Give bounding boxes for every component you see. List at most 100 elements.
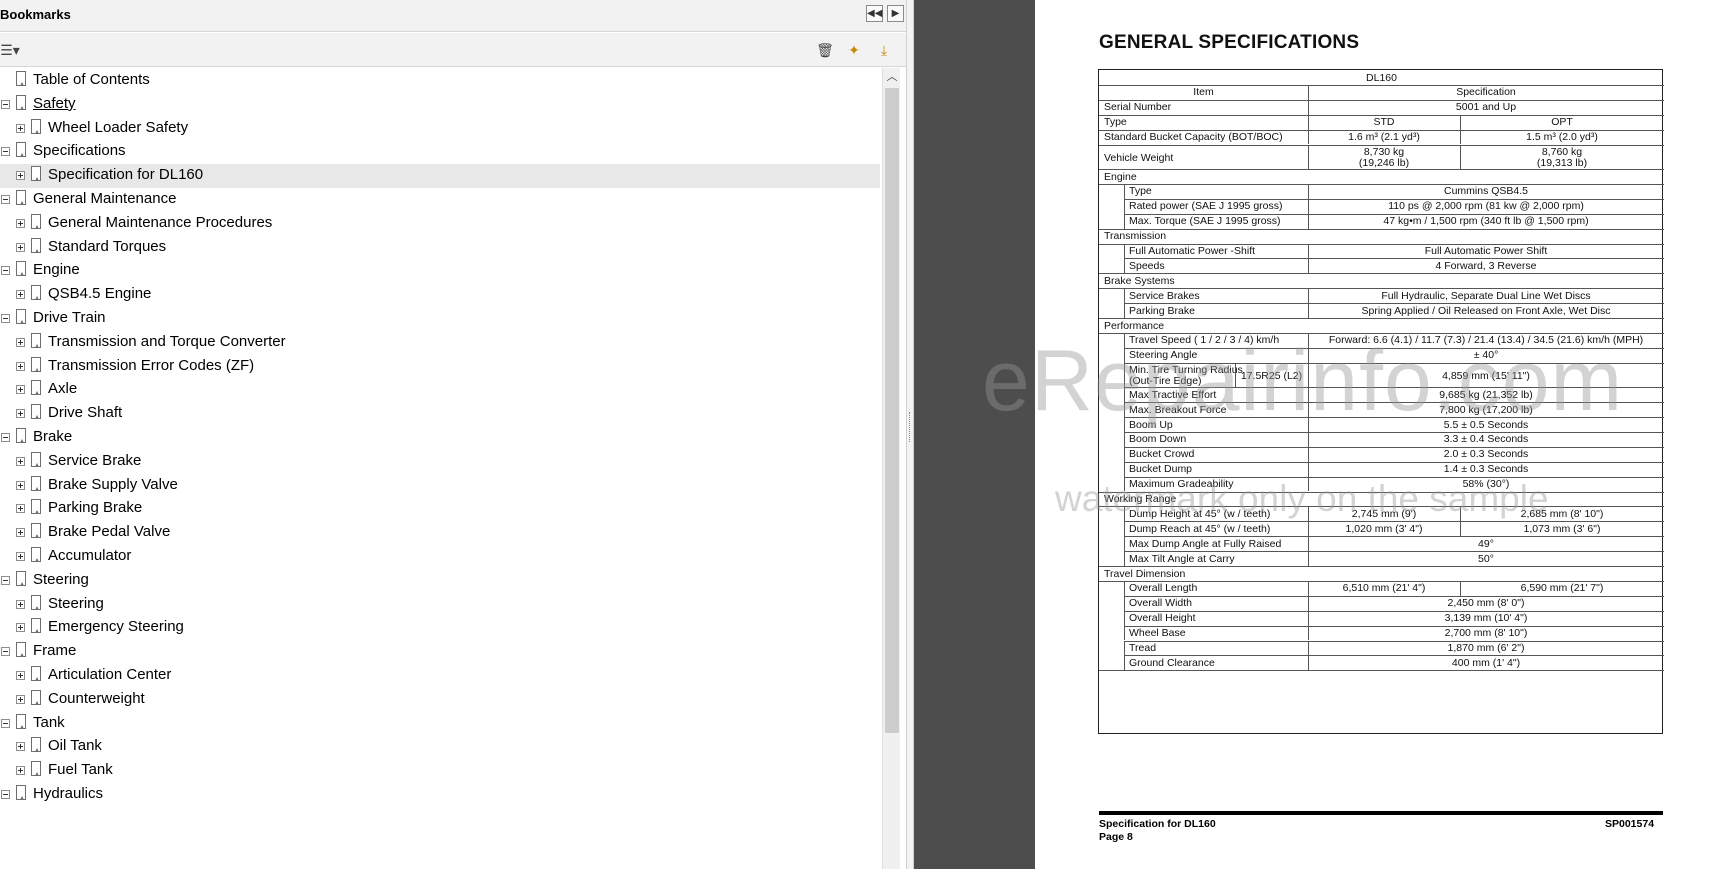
expand-plus-icon[interactable] xyxy=(16,671,25,680)
bookmark-item[interactable]: Frame xyxy=(0,640,880,664)
bookmark-item[interactable]: Specifications xyxy=(0,140,880,164)
table-rule xyxy=(1308,129,1309,145)
bookmark-icon xyxy=(31,475,41,491)
bookmark-item[interactable]: Tank xyxy=(0,712,880,736)
expand-plus-icon[interactable] xyxy=(16,337,25,347)
bookmark-item[interactable]: QSB4.5 Engine xyxy=(0,283,880,307)
collapse-minus-icon[interactable] xyxy=(1,147,10,157)
table-rule xyxy=(1460,129,1461,145)
expand-plus-icon[interactable] xyxy=(16,242,25,252)
bookmark-icon xyxy=(31,737,41,753)
table-cell: Service Brakes xyxy=(1129,289,1200,302)
bookmark-label: Hydraulics xyxy=(33,785,104,802)
table-section-heading: Engine xyxy=(1104,170,1137,183)
collapse-minus-icon[interactable] xyxy=(1,718,10,728)
bookmark-item[interactable]: Safety xyxy=(0,93,880,117)
bookmark-item[interactable]: Counterweight xyxy=(0,688,880,712)
bookmark-item[interactable]: Oil Tank xyxy=(0,735,880,759)
panel-splitter[interactable] xyxy=(906,0,914,869)
expand-plus-icon[interactable] xyxy=(16,171,25,181)
bookmark-item[interactable]: Drive Train xyxy=(0,307,880,331)
new-bookmark-button[interactable]: ✦ xyxy=(845,41,863,59)
table-cell: 3.3 ± 0.4 Seconds xyxy=(1443,433,1529,446)
expand-plus-icon[interactable] xyxy=(16,504,25,514)
expand-plus-icon[interactable] xyxy=(16,290,25,300)
collapse-minus-icon[interactable] xyxy=(1,266,10,276)
bookmark-item[interactable]: Articulation Center xyxy=(0,664,880,688)
bookmark-label: Brake Pedal Valve xyxy=(48,523,171,541)
expand-plus-icon[interactable] xyxy=(16,361,25,371)
table-rule xyxy=(1124,610,1125,626)
bookmark-item[interactable]: Brake Pedal Valve xyxy=(0,521,880,545)
bookmark-item[interactable]: Transmission Error Codes (ZF) xyxy=(0,355,880,379)
delete-bookmark-button[interactable]: 🗑 xyxy=(816,41,834,59)
bookmark-item[interactable]: Engine xyxy=(0,259,880,283)
collapse-minus-icon[interactable] xyxy=(1,790,10,799)
bookmark-item[interactable]: Emergency Steering xyxy=(0,616,880,640)
bookmark-item[interactable]: Accumulator xyxy=(0,545,880,569)
collapse-minus-icon[interactable] xyxy=(1,647,10,657)
table-rule xyxy=(1124,625,1125,641)
bookmark-item[interactable]: Transmission and Torque Converter xyxy=(0,331,880,355)
bookmark-item[interactable]: Brake Supply Valve xyxy=(0,474,880,498)
bookmark-item[interactable]: Brake xyxy=(0,426,880,450)
scroll-up-arrow-icon[interactable]: ︿ xyxy=(883,68,901,86)
collapse-minus-icon[interactable] xyxy=(1,99,10,109)
table-rule xyxy=(1308,640,1309,656)
bookmark-label: Specifications xyxy=(33,142,126,160)
bookmark-item[interactable]: Axle xyxy=(0,378,880,402)
expand-plus-icon[interactable] xyxy=(16,456,25,466)
bookmark-item[interactable]: Hydraulics xyxy=(0,783,880,807)
bookmark-item[interactable]: Service Brake xyxy=(0,450,880,474)
table-rule xyxy=(1308,243,1309,259)
bookmark-icon xyxy=(16,71,26,86)
bookmark-item[interactable]: Fuel Tank xyxy=(0,759,880,783)
collapse-panel-button[interactable]: ◀◀ xyxy=(866,5,883,22)
expand-bookmark-button[interactable]: ⤓ xyxy=(875,41,893,59)
table-rule xyxy=(1308,610,1309,626)
bookmarks-scrollbar[interactable]: ︿ xyxy=(882,68,900,869)
bookmark-item[interactable]: Specification for DL160 xyxy=(0,164,880,189)
table-cell: Spring Applied / Oil Released on Front A… xyxy=(1361,304,1611,317)
options-menu-button[interactable]: ☰▾ xyxy=(0,41,20,59)
footer-page-number: Page 8 xyxy=(1099,831,1133,843)
bookmark-item[interactable]: General Maintenance xyxy=(0,188,880,212)
expand-plus-icon[interactable] xyxy=(16,742,25,752)
splitter-grip-icon xyxy=(909,412,911,442)
collapse-minus-icon[interactable] xyxy=(1,314,10,323)
table-cell: 2.0 ± 0.3 Seconds xyxy=(1443,448,1529,461)
expand-plus-icon[interactable] xyxy=(16,528,25,538)
bookmark-item[interactable]: Steering xyxy=(0,593,880,617)
expand-plus-icon[interactable] xyxy=(16,694,25,704)
expand-plus-icon[interactable] xyxy=(16,409,25,419)
bookmark-item[interactable]: General Maintenance Procedures xyxy=(0,212,880,236)
expand-plus-icon[interactable] xyxy=(16,766,25,776)
expand-plus-icon[interactable] xyxy=(16,385,25,395)
expand-plus-icon[interactable] xyxy=(16,123,25,133)
next-panel-button[interactable]: ▶ xyxy=(887,5,904,22)
table-rule xyxy=(1308,114,1309,130)
bookmark-label: Wheel Loader Safety xyxy=(48,118,189,136)
table-rule xyxy=(1308,144,1309,169)
bookmark-item[interactable]: Drive Shaft xyxy=(0,402,880,426)
collapse-minus-icon[interactable] xyxy=(1,575,10,585)
table-rule xyxy=(1124,580,1125,596)
bookmark-label: Steering xyxy=(33,570,89,588)
bookmark-item[interactable]: Table of Contents xyxy=(0,69,880,93)
bookmark-item[interactable]: Standard Torques xyxy=(0,236,880,260)
bookmark-label: Parking Brake xyxy=(48,499,143,517)
expand-plus-icon[interactable] xyxy=(16,599,25,609)
table-cell: 1.5 m³ (2.0 yd³) xyxy=(1526,131,1598,144)
expand-plus-icon[interactable] xyxy=(16,552,25,561)
scrollbar-thumb[interactable] xyxy=(885,88,899,733)
bookmark-item[interactable]: Wheel Loader Safety xyxy=(0,117,880,141)
options-list-icon: ☰▾ xyxy=(0,42,20,58)
expand-plus-icon[interactable] xyxy=(16,480,25,490)
bookmark-item[interactable]: Parking Brake xyxy=(0,497,880,521)
bookmark-icon xyxy=(31,332,41,348)
expand-plus-icon[interactable] xyxy=(16,218,25,228)
collapse-minus-icon[interactable] xyxy=(1,433,10,442)
bookmark-item[interactable]: Steering xyxy=(0,569,880,593)
expand-plus-icon[interactable] xyxy=(16,623,25,633)
collapse-minus-icon[interactable] xyxy=(1,195,10,204)
